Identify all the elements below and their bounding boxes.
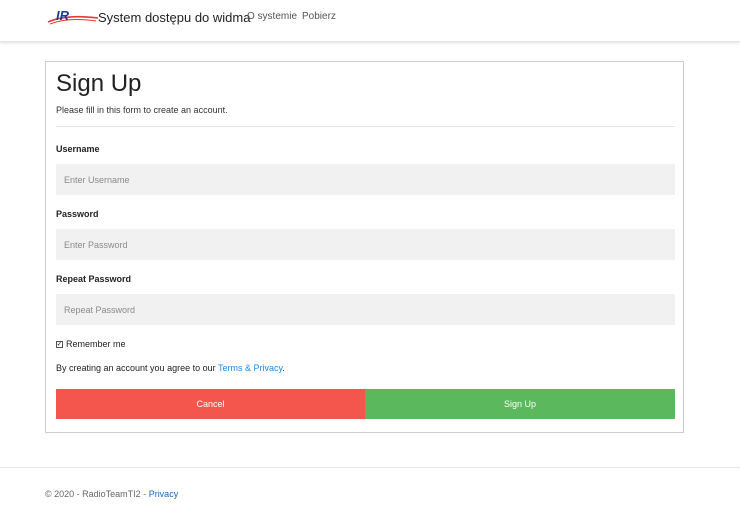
username-label: Username bbox=[56, 144, 100, 154]
footer-privacy-link[interactable]: Privacy bbox=[149, 489, 179, 499]
ir-logo[interactable]: IR bbox=[46, 8, 100, 26]
terms-text: By creating an account you agree to our … bbox=[56, 363, 285, 373]
footer-divider bbox=[0, 467, 740, 468]
page-title: Sign Up bbox=[56, 70, 142, 97]
footer: © 2020 - RadioTeamTI2 - Privacy bbox=[45, 489, 178, 499]
password-label: Password bbox=[56, 209, 99, 219]
signup-form-card: Sign Up Please fill in this form to crea… bbox=[45, 61, 684, 433]
remember-me[interactable]: ✓ Remember me bbox=[56, 339, 126, 349]
terms-prefix: By creating an account you agree to our bbox=[56, 363, 218, 373]
navbar: IR System dostępu do widma O systemie Po… bbox=[0, 0, 740, 42]
footer-copyright: © 2020 - RadioTeamTI2 - bbox=[45, 489, 149, 499]
username-input[interactable] bbox=[56, 164, 675, 195]
signup-button[interactable]: Sign Up bbox=[365, 389, 675, 419]
nav-link-o-systemie[interactable]: O systemie bbox=[247, 11, 297, 22]
repeat-password-label: Repeat Password bbox=[56, 274, 132, 284]
divider bbox=[56, 126, 675, 127]
remember-checkbox[interactable]: ✓ bbox=[56, 340, 63, 348]
cancel-button[interactable]: Cancel bbox=[56, 389, 365, 419]
terms-suffix: . bbox=[282, 363, 285, 373]
form-subtitle: Please fill in this form to create an ac… bbox=[56, 105, 228, 115]
logo-text: IR bbox=[56, 8, 70, 23]
brand-title[interactable]: System dostępu do widma bbox=[98, 10, 250, 25]
password-input[interactable] bbox=[56, 229, 675, 260]
nav-link-pobierz[interactable]: Pobierz bbox=[302, 11, 336, 22]
repeat-password-input[interactable] bbox=[56, 294, 675, 325]
terms-privacy-link[interactable]: Terms & Privacy bbox=[218, 363, 282, 373]
remember-label: Remember me bbox=[66, 339, 126, 349]
